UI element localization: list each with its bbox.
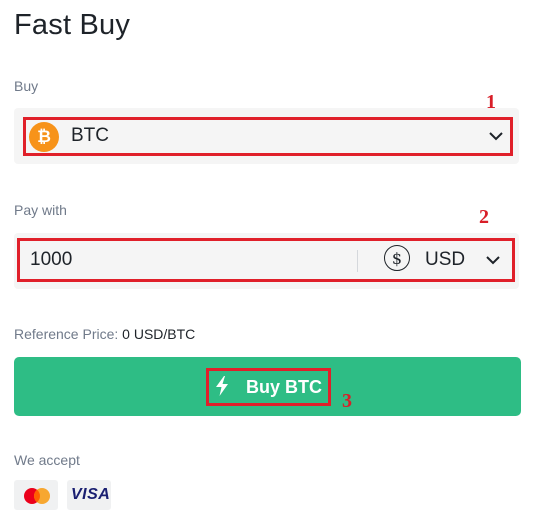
annotation-box-2 <box>17 238 515 282</box>
reference-price-value: 0 USD/BTC <box>122 326 196 342</box>
annotation-number-3: 3 <box>342 390 352 412</box>
annotation-box-1 <box>23 117 513 156</box>
buy-label: Buy <box>14 78 39 94</box>
we-accept-label: We accept <box>14 452 80 468</box>
annotation-box-3 <box>206 368 331 406</box>
visa-logo: VISA <box>71 486 111 503</box>
mastercard-icon <box>24 488 50 504</box>
annotation-number-1: 1 <box>486 91 496 113</box>
annotation-number-2: 2 <box>479 206 489 228</box>
reference-price-label: Reference Price: <box>14 326 123 342</box>
pay-with-label: Pay with <box>14 202 67 218</box>
reference-price: Reference Price: 0 USD/BTC <box>14 326 195 342</box>
page-title: Fast Buy <box>14 9 131 41</box>
